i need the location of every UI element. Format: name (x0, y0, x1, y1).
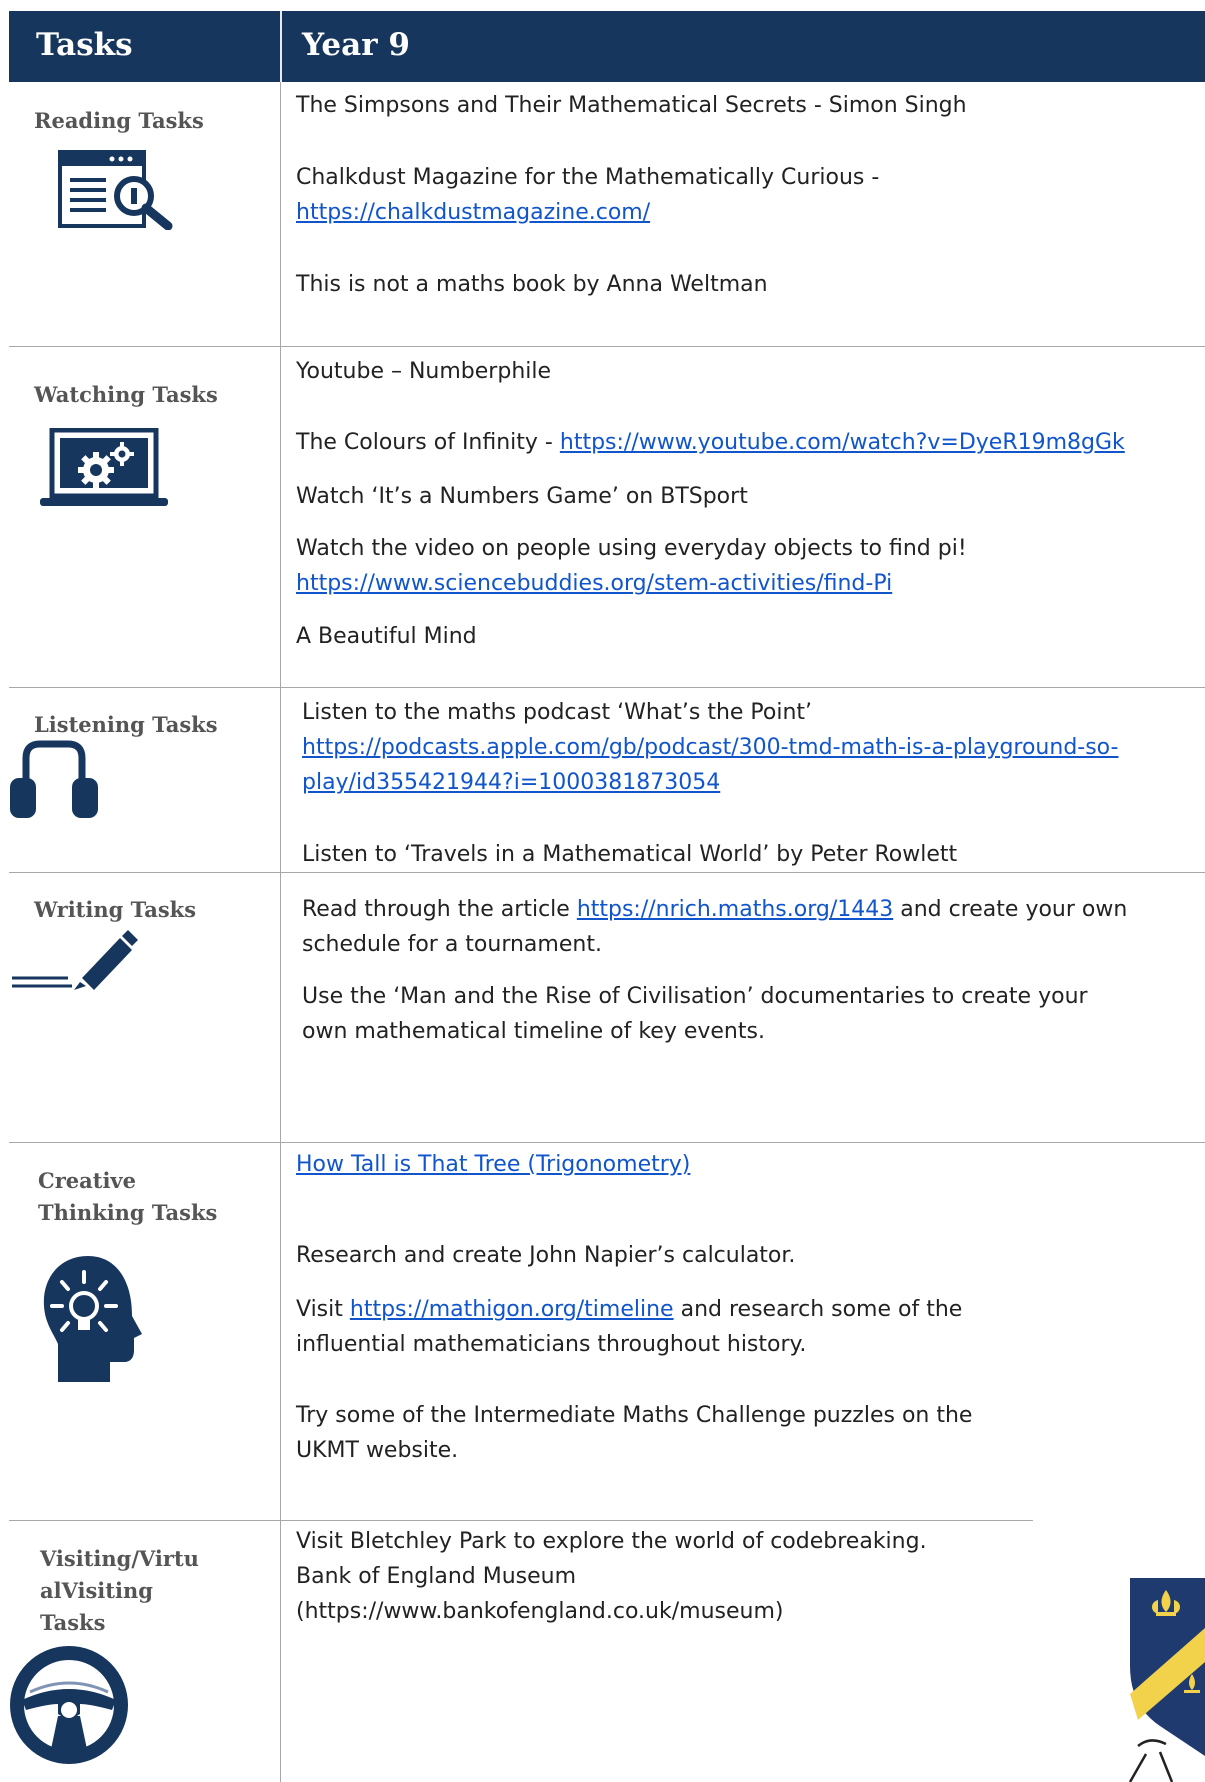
visiting-item-2: Bank of England Museum (296, 1564, 577, 1589)
creative-item-2: Research and create John Napier’s calcul… (296, 1243, 796, 1268)
reading-label: Reading Tasks (34, 108, 204, 133)
podcast-link-line-2[interactable]: play/id355421944?i=1000381873054 (302, 766, 720, 799)
listening-label: Listening Tasks (34, 712, 218, 737)
chalkdust-link[interactable]: https://chalkdustmagazine.com/ (296, 196, 650, 229)
creative-item-3: Visit https://mathigon.org/timeline and … (296, 1293, 962, 1326)
creative-item-3-pre: Visit (296, 1297, 350, 1322)
header-divider (280, 11, 282, 82)
headphones-icon (10, 740, 98, 818)
header-year: Year 9 (302, 27, 410, 63)
watching-item-1: Youtube – Numberphile (296, 359, 552, 384)
page: Tasks Year 9 Reading Tasks The Simpsons … (0, 0, 1205, 1782)
colours-of-infinity-link[interactable]: https://www.youtube.com/watch?v=DyeR19m8… (560, 430, 1125, 455)
school-crest-icon (1128, 1578, 1205, 1782)
reading-item-1: The Simpsons and Their Mathematical Secr… (296, 93, 967, 118)
writing-item-2-line-1: Use the ‘Man and the Rise of Civilisatio… (302, 984, 1088, 1009)
laptop-gears-icon (40, 428, 168, 506)
visiting-item-3: (https://www.bankofengland.co.uk/museum) (296, 1599, 784, 1624)
how-tall-is-that-tree-link[interactable]: How Tall is That Tree (Trigonometry) (296, 1148, 690, 1181)
creative-item-4-line-2: UKMT website. (296, 1438, 459, 1463)
reading-item-2: Chalkdust Magazine for the Mathematicall… (296, 165, 880, 190)
row-divider (9, 346, 1205, 347)
writing-item-1-post: and create your own (893, 897, 1128, 922)
nrich-link[interactable]: https://nrich.maths.org/1443 (577, 897, 893, 922)
row-divider (9, 1142, 1205, 1143)
document-search-icon (58, 150, 173, 230)
creative-label-line-2: Thinking Tasks (38, 1200, 218, 1225)
watching-item-4: Watch the video on people using everyday… (296, 536, 967, 561)
writing-label: Writing Tasks (34, 897, 197, 922)
watching-label: Watching Tasks (34, 382, 218, 407)
creative-item-3-line-2: influential mathematicians throughout hi… (296, 1332, 807, 1357)
visiting-label-line-1: Visiting/Virtu (40, 1546, 199, 1571)
visiting-label-line-3: Tasks (40, 1610, 106, 1635)
row-divider (9, 872, 1205, 873)
creative-item-4-line-1: Try some of the Intermediate Maths Chall… (296, 1403, 973, 1428)
watching-item-2: The Colours of Infinity - https://www.yo… (296, 426, 1125, 459)
row-divider (9, 1520, 1033, 1521)
watching-item-2-text: The Colours of Infinity - (296, 430, 560, 455)
podcast-link-line-1[interactable]: https://podcasts.apple.com/gb/podcast/30… (302, 731, 1119, 764)
listening-item-1: Listen to the maths podcast ‘What’s the … (302, 700, 813, 725)
lightbulb-head-icon (43, 1256, 143, 1382)
visiting-item-1: Visit Bletchley Park to explore the worl… (296, 1529, 927, 1554)
watching-item-3: Watch ‘It’s a Numbers Game’ on BTSport (296, 484, 748, 509)
column-divider (280, 82, 281, 1782)
writing-item-1-pre: Read through the article (302, 897, 577, 922)
listening-item-2: Listen to ‘Travels in a Mathematical Wor… (302, 842, 958, 867)
find-pi-link[interactable]: https://www.sciencebuddies.org/stem-acti… (296, 567, 892, 600)
mathigon-link[interactable]: https://mathigon.org/timeline (350, 1297, 674, 1322)
creative-item-3-post: and research some of the (673, 1297, 963, 1322)
writing-item-1-line-2: schedule for a tournament. (302, 932, 602, 957)
table-header (9, 11, 1205, 82)
watching-item-5: A Beautiful Mind (296, 624, 477, 649)
steering-wheel-icon (10, 1646, 128, 1764)
row-divider (9, 687, 1205, 688)
writing-item-2-line-2: own mathematical timeline of key events. (302, 1019, 765, 1044)
pencil-icon (12, 930, 138, 990)
visiting-label-line-2: alVisiting (40, 1578, 153, 1603)
header-tasks: Tasks (36, 27, 133, 63)
creative-label-line-1: Creative (38, 1168, 136, 1193)
reading-item-3: This is not a maths book by Anna Weltman (296, 272, 768, 297)
writing-item-1: Read through the article https://nrich.m… (302, 893, 1127, 926)
